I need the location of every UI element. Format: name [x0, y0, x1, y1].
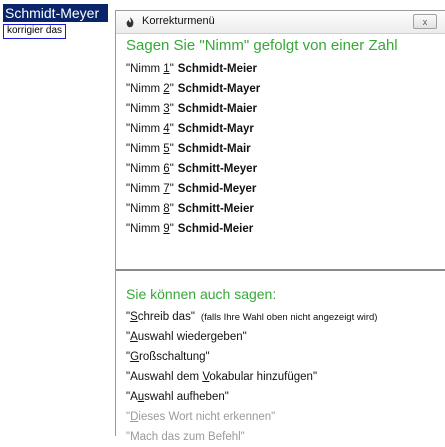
command-text: ieses Wort nicht erkennen": [138, 411, 276, 423]
command-suffix: ": [169, 223, 174, 235]
command-item: "Mach das zum Befehl": [126, 427, 377, 447]
suggestion-list: "Nimm 1" Schmidt-Meier "Nimm 2" Schmidt-May…: [126, 59, 260, 239]
command-suffix: ": [169, 143, 174, 155]
command-accelerator: S: [130, 311, 138, 323]
command-text: roßschaltung": [139, 351, 210, 363]
suggestion-name: Schmitt-Meyer: [177, 163, 258, 175]
suggestion-name: Schmidt-Mair: [177, 143, 251, 155]
section2-heading: Sie können auch sagen:: [126, 286, 277, 302]
suggestion-item[interactable]: "Nimm 2" Schmidt-Mayer: [126, 79, 260, 99]
command-prefix: "Nimm: [126, 63, 164, 75]
command-prefix: "Nimm: [126, 223, 164, 235]
command-prefix: "Nimm: [126, 183, 164, 195]
correction-menu-window: Korrekturmenü x Sagen Sie "Nimm" gefolgt…: [115, 10, 445, 443]
command-text: "A: [126, 391, 138, 403]
command-item: "Dieses Wort nicht erkennen": [126, 407, 377, 427]
suggestion-item[interactable]: "Nimm 6" Schmitt-Meyer: [126, 159, 260, 179]
command-prefix: "Nimm: [126, 103, 164, 115]
suggestion-name: Schmidt-Mayer: [177, 83, 261, 95]
command-suffix: ": [169, 183, 174, 195]
suggestion-item[interactable]: "Nimm 4" Schmidt-Mayr: [126, 119, 260, 139]
divider: [116, 269, 445, 271]
command-prefix: "Nimm: [126, 123, 164, 135]
command-text: "Auswahl dem: [126, 371, 203, 383]
suggestion-item[interactable]: "Nimm 8" Schmitt-Meier: [126, 199, 260, 219]
command-suffix: ": [169, 83, 174, 95]
command-suffix: ": [169, 103, 174, 115]
command-item[interactable]: "Großschaltung": [126, 347, 377, 367]
command-prefix: "Nimm: [126, 203, 164, 215]
command-item[interactable]: "Schreib das" (falls Ihre Wahl oben nicht…: [126, 307, 377, 327]
command-text: chreib das": [137, 311, 195, 323]
command-suffix: ": [169, 203, 174, 215]
selected-word[interactable]: Schmidt-Meyer: [3, 4, 108, 22]
command-text: uswahl wiedergeben": [137, 331, 247, 343]
command-item[interactable]: "Auswahl wiedergeben": [126, 327, 377, 347]
command-prefix: "Nimm: [126, 143, 164, 155]
suggestion-item[interactable]: "Nimm 1" Schmidt-Meier: [126, 59, 260, 79]
titlebar: Korrekturmenü x: [116, 11, 445, 34]
section1-heading: Sagen Sie "Nimm" gefolgt von einer Zahl: [126, 37, 398, 54]
suggestion-name: Schmitt-Meier: [177, 203, 254, 215]
suggestion-name: Schmid-Meier: [177, 223, 254, 235]
suggestion-item[interactable]: "Nimm 9" Schmid-Meier: [126, 219, 260, 239]
suggestion-item[interactable]: "Nimm 7" Schmid-Meyer: [126, 179, 260, 199]
command-item[interactable]: "Auswahl dem Vokabular hinzufügen": [126, 367, 377, 387]
command-prefix: "Nimm: [126, 83, 164, 95]
suggestion-name: Schmid-Meyer: [177, 183, 257, 195]
command-note: (falls Ihre Wahl oben nicht angezeigt wi…: [200, 312, 378, 323]
command-text: "Mach das zum Befehl": [126, 431, 245, 443]
dictation-tooltip: korrigier das: [3, 24, 67, 39]
command-accelerator: G: [130, 351, 140, 363]
suggestion-item[interactable]: "Nimm 5" Schmidt-Mair: [126, 139, 260, 159]
command-prefix: "Nimm: [126, 163, 164, 175]
suggestion-item[interactable]: "Nimm 3" Schmidt-Maier: [126, 99, 260, 119]
flame-icon: [126, 17, 134, 28]
suggestion-name: Schmidt-Mayr: [177, 123, 254, 135]
command-accelerator: A: [130, 331, 138, 343]
command-item[interactable]: "Auswahl aufheben": [126, 387, 377, 407]
command-text: swahl aufheben": [144, 391, 229, 403]
suggestion-name: Schmidt-Meier: [177, 63, 258, 75]
suggestion-name: Schmidt-Maier: [177, 103, 258, 115]
command-text: okabular hinzufügen": [209, 371, 318, 383]
command-suffix: ": [169, 63, 174, 75]
command-suffix: ": [169, 123, 174, 135]
close-button[interactable]: x: [413, 14, 437, 29]
command-list: "Schreib das" (falls Ihre Wahl oben nicht…: [126, 307, 377, 447]
window-title: Korrekturmenü: [142, 15, 215, 27]
command-suffix: ": [169, 163, 174, 175]
